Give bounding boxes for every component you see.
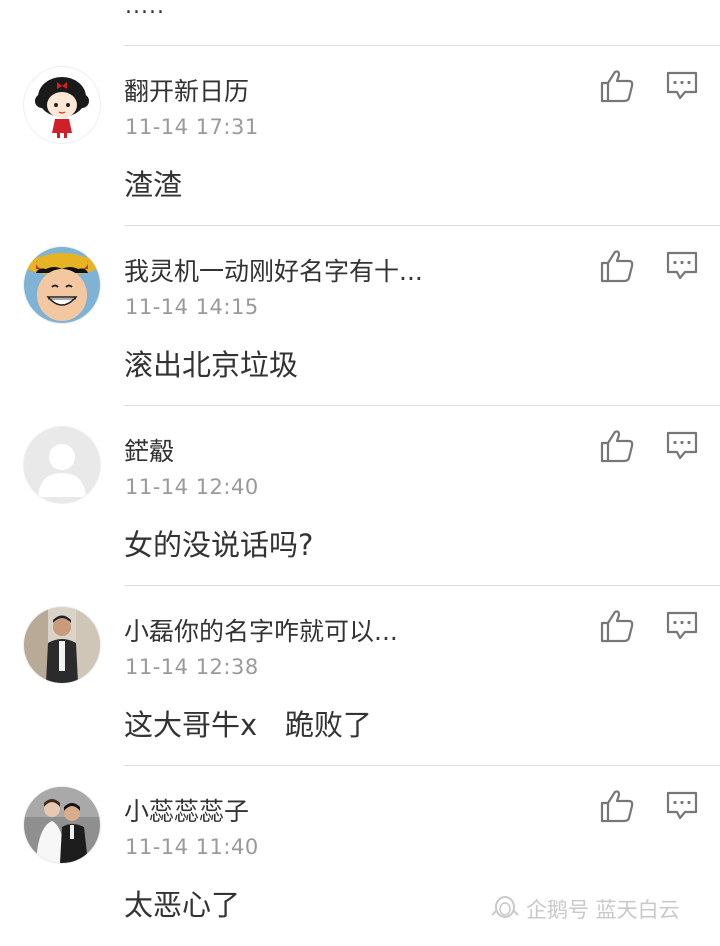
luffy-avatar[interactable]: [24, 247, 100, 323]
comment-time: 11-14 17:31: [125, 115, 259, 139]
comment-text: 滚出北京垃圾: [124, 348, 299, 382]
comment-item: 翻开新日历 11-14 17:31 渣渣: [0, 46, 720, 226]
cartoon-girl-avatar[interactable]: [24, 67, 100, 143]
comment-item: 小磊你的名字咋就可以... 11-14 12:38 这大哥牛x 跪败了: [0, 586, 720, 766]
thumbs-up-icon[interactable]: [598, 608, 636, 644]
comment-text: 女的没说话吗?: [124, 528, 314, 562]
comment-icon[interactable]: [665, 790, 699, 822]
watermark: 企鹅号 蓝天白云: [490, 893, 680, 924]
thumbs-up-icon[interactable]: [598, 248, 636, 284]
photo-avatar[interactable]: [24, 607, 100, 683]
thumbs-up-icon[interactable]: [598, 68, 636, 104]
thumbs-up-icon[interactable]: [598, 428, 636, 464]
comment-icon[interactable]: [665, 610, 699, 642]
comment-time: 11-14 12:40: [125, 475, 259, 499]
comment-username[interactable]: 我灵机一动刚好名字有十...: [124, 252, 423, 288]
comment-text: 这大哥牛x 跪败了: [124, 708, 372, 742]
previous-comment-text: .....: [125, 0, 165, 19]
thumbs-up-icon[interactable]: [598, 788, 636, 824]
comment-username[interactable]: 鋩觳: [124, 432, 174, 468]
comment-username[interactable]: 小蕊蕊蕊子: [124, 792, 249, 828]
comment-time: 11-14 14:15: [125, 295, 259, 319]
comment-username[interactable]: 小磊你的名字咋就可以...: [124, 612, 398, 648]
comment-time: 11-14 12:38: [125, 655, 259, 679]
penguin-logo-icon: [490, 893, 520, 924]
comment-text: 太恶心了: [124, 888, 241, 922]
comment-time: 11-14 11:40: [125, 835, 259, 859]
watermark-text: 企鹅号 蓝天白云: [526, 897, 680, 922]
comment-icon[interactable]: [665, 250, 699, 282]
comment-item: 鋩觳 11-14 12:40 女的没说话吗?: [0, 406, 720, 586]
wedding-photo-avatar[interactable]: [24, 787, 100, 863]
comment-text: 渣渣: [124, 168, 183, 202]
comment-icon[interactable]: [665, 70, 699, 102]
default-avatar[interactable]: [24, 427, 100, 503]
comment-icon[interactable]: [665, 430, 699, 462]
comment-item: 我灵机一动刚好名字有十... 11-14 14:15 滚出北京垃圾: [0, 226, 720, 406]
comment-username[interactable]: 翻开新日历: [124, 72, 249, 108]
